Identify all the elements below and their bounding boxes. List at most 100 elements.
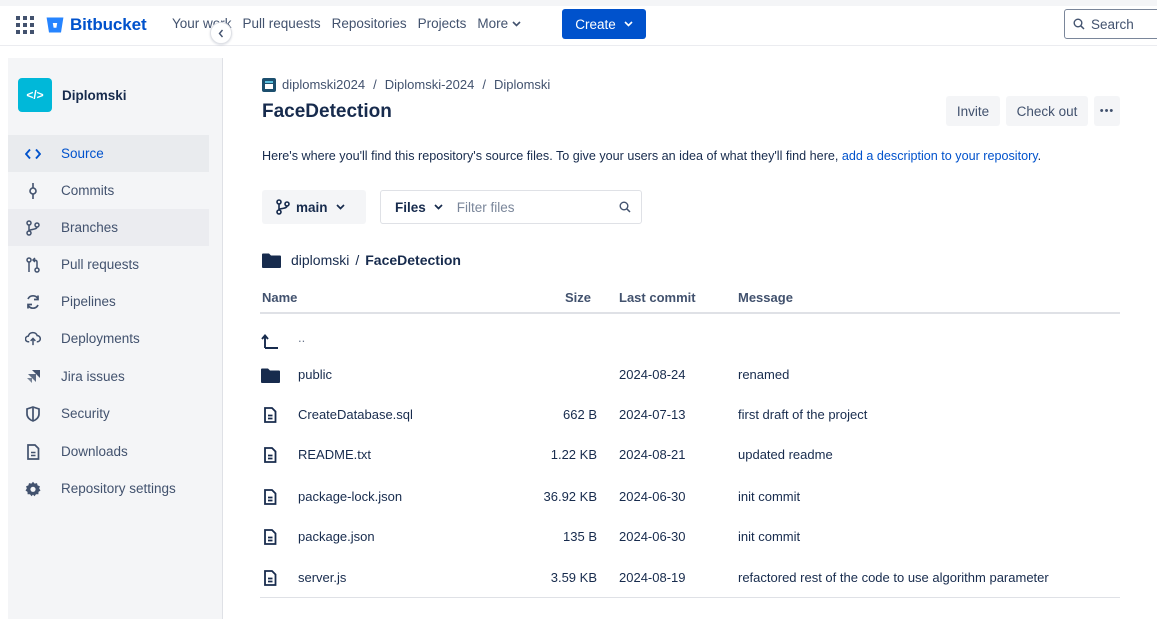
- file-name[interactable]: README.txt: [298, 447, 371, 462]
- breadcrumb-project[interactable]: Diplomski-2024: [385, 77, 475, 92]
- table-row[interactable]: CreateDatabase.sql 662 B 2024-07-13 firs…: [260, 396, 1120, 434]
- table-row[interactable]: package-lock.json 36.92 KB 2024-06-30 in…: [260, 478, 1120, 516]
- bitbucket-logo[interactable]: Bitbucket: [46, 14, 147, 36]
- repo-name: Diplomski: [62, 87, 127, 103]
- table-header-divider: [260, 312, 1120, 314]
- bitbucket-logo-icon: [46, 17, 64, 33]
- file-name[interactable]: CreateDatabase.sql: [298, 407, 413, 422]
- collapse-sidebar-button[interactable]: [210, 22, 232, 44]
- chevron-down-icon: [335, 204, 345, 210]
- sidebar-item-label: Branches: [61, 220, 119, 235]
- filter-files-input[interactable]: Filter files: [457, 200, 515, 215]
- gear-icon: [25, 481, 41, 497]
- search-input[interactable]: Search: [1064, 9, 1157, 39]
- table-row[interactable]: package.json 135 B 2024-06-30 init commi…: [260, 518, 1120, 556]
- sidebar-item-label: Commits: [61, 183, 115, 198]
- commit-message: refactored rest of the code to use algor…: [738, 570, 1049, 585]
- chevron-left-icon: [218, 29, 224, 37]
- sidebar-item-commits[interactable]: Commits: [8, 172, 209, 209]
- product-name: Bitbucket: [70, 15, 147, 34]
- last-commit-date: 2024-07-13: [619, 407, 686, 422]
- last-commit-date: 2024-08-19: [619, 570, 686, 585]
- file-size: 135 B: [563, 529, 597, 544]
- parent-directory: ..: [298, 330, 306, 345]
- table-row[interactable]: README.txt 1.22 KB 2024-08-21 updated re…: [260, 436, 1120, 474]
- folder-icon: [262, 253, 281, 268]
- sidebar-item-security[interactable]: Security: [8, 395, 209, 432]
- more-actions-button[interactable]: •••: [1094, 96, 1120, 126]
- branch-name: main: [296, 199, 328, 215]
- check-out-button[interactable]: Check out: [1006, 96, 1088, 126]
- invite-button[interactable]: Invite: [946, 96, 1000, 126]
- sidebar-item-deployments[interactable]: Deployments: [8, 320, 209, 357]
- arrow-up-icon: [260, 331, 280, 351]
- last-commit-date: 2024-08-24: [619, 367, 686, 382]
- file-icon: [260, 487, 280, 507]
- breadcrumb-workspace[interactable]: diplomski2024: [282, 77, 365, 92]
- branch-selector[interactable]: main: [262, 190, 366, 224]
- files-dropdown[interactable]: Files: [395, 200, 426, 215]
- sidebar-item-label: Deployments: [61, 331, 140, 346]
- path-current: FaceDetection: [365, 252, 461, 268]
- path-parent[interactable]: diplomski: [291, 252, 349, 268]
- file-icon: [260, 405, 280, 425]
- file-icon: [260, 445, 280, 465]
- file-name[interactable]: public: [298, 367, 332, 382]
- sidebar-item-branches[interactable]: Branches: [8, 209, 209, 246]
- create-button[interactable]: Create: [562, 9, 646, 39]
- search-icon: [1073, 18, 1085, 30]
- table-row[interactable]: server.js 3.59 KB 2024-08-19 refactored …: [260, 559, 1120, 597]
- commit-message: first draft of the project: [738, 407, 868, 422]
- repo-avatar: </>: [18, 78, 52, 112]
- file-size: 3.59 KB: [550, 570, 597, 585]
- repo-description: Here's where you'll find this repository…: [262, 149, 1041, 163]
- shield-icon: [25, 405, 41, 422]
- commit-message: init commit: [738, 489, 801, 504]
- file-name[interactable]: server.js: [298, 570, 346, 585]
- column-header-size: Size: [565, 290, 592, 305]
- description-end: .: [1037, 149, 1042, 163]
- chevron-down-icon[interactable]: [434, 204, 443, 210]
- app-switcher-icon[interactable]: [16, 16, 34, 34]
- column-header-name: Name: [262, 290, 298, 305]
- file-size: 36.92 KB: [543, 489, 598, 504]
- commit-message: renamed: [738, 367, 790, 382]
- sidebar-item-pull-requests[interactable]: Pull requests: [8, 246, 209, 283]
- pull-request-icon: [25, 256, 41, 273]
- sidebar-item-jira-issues[interactable]: Jira issues: [8, 358, 209, 395]
- breadcrumb: diplomski2024 / Diplomski-2024 / Diploms…: [262, 77, 550, 92]
- nav-repositories[interactable]: Repositories: [332, 16, 407, 31]
- file-name[interactable]: package-lock.json: [298, 489, 402, 504]
- search-placeholder: Search: [1091, 16, 1134, 32]
- commit-icon: [25, 182, 41, 199]
- path-separator: /: [355, 252, 360, 268]
- file-icon: [25, 443, 41, 460]
- last-commit-date: 2024-06-30: [619, 529, 686, 544]
- sidebar-item-repository-settings[interactable]: Repository settings: [8, 470, 209, 507]
- table-row[interactable]: public 2024-08-24 renamed: [260, 356, 1120, 394]
- top-navigation: Bitbucket Your work Pull requests Reposi…: [0, 6, 1157, 46]
- file-name[interactable]: package.json: [298, 529, 375, 544]
- chevron-down-icon: [624, 21, 633, 27]
- create-label: Create: [575, 16, 616, 32]
- sidebar: </> Diplomski Source Commits Branches Pu…: [8, 58, 223, 619]
- nav-more[interactable]: More: [477, 16, 521, 31]
- sidebar-item-pipelines[interactable]: Pipelines: [8, 283, 209, 320]
- add-description-link[interactable]: add a description to your repository: [842, 149, 1038, 163]
- search-icon: [619, 201, 631, 213]
- sidebar-item-label: Pipelines: [61, 294, 116, 309]
- table-row-parent[interactable]: ..: [260, 322, 1120, 360]
- workspace-avatar-icon: [262, 77, 276, 92]
- sidebar-item-source[interactable]: Source: [8, 135, 209, 172]
- breadcrumb-separator: /: [482, 77, 486, 92]
- page-title: FaceDetection: [262, 101, 392, 122]
- column-header-last-commit: Last commit: [619, 290, 696, 305]
- pipelines-icon: [25, 294, 41, 310]
- file-size: 662 B: [563, 407, 597, 422]
- sidebar-item-downloads[interactable]: Downloads: [8, 433, 209, 470]
- nav-pull-requests[interactable]: Pull requests: [243, 16, 321, 31]
- nav-projects[interactable]: Projects: [418, 16, 467, 31]
- breadcrumb-repo[interactable]: Diplomski: [494, 77, 550, 92]
- sidebar-repo-header[interactable]: </> Diplomski: [18, 78, 127, 112]
- folder-icon: [260, 365, 280, 385]
